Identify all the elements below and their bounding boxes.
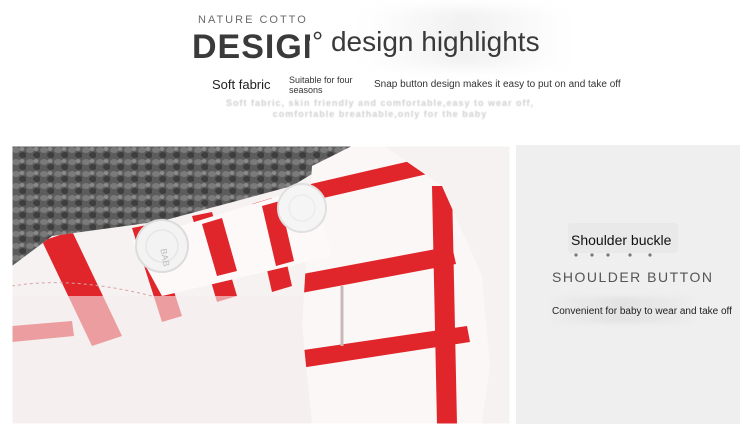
- feature-four-seasons: Suitable for four seasons: [289, 75, 353, 95]
- eyebrow-text: NATURE COTTON: [198, 14, 306, 26]
- snap-button-1: BAB: [135, 219, 189, 273]
- design-wordmark: DESIGN: [192, 28, 310, 66]
- fabric-closeup-illustration: BAB: [12, 146, 510, 424]
- feature-header: NATURE COTTON DESIGN ° design highlights…: [0, 0, 750, 140]
- feature-description: Convenient for baby to wear and take off: [552, 306, 732, 317]
- product-photo-shoulder: BAB: [12, 146, 510, 424]
- decorative-dots: [574, 253, 652, 257]
- snap-button-2: [277, 183, 327, 233]
- feature-soft-fabric: Soft fabric: [212, 77, 271, 92]
- faded-caption-line-1: Soft fabric, skin friendly and comfortab…: [225, 98, 535, 108]
- headline: ° design highlights: [312, 26, 540, 57]
- faded-caption-line-2: comfortable breathable,only for the baby: [272, 109, 488, 119]
- feature-title: Shoulder buckle: [571, 232, 672, 248]
- feature-snap-button: Snap button design makes it easy to put …: [374, 79, 621, 90]
- feature-subtitle: SHOULDER BUTTON: [552, 269, 714, 285]
